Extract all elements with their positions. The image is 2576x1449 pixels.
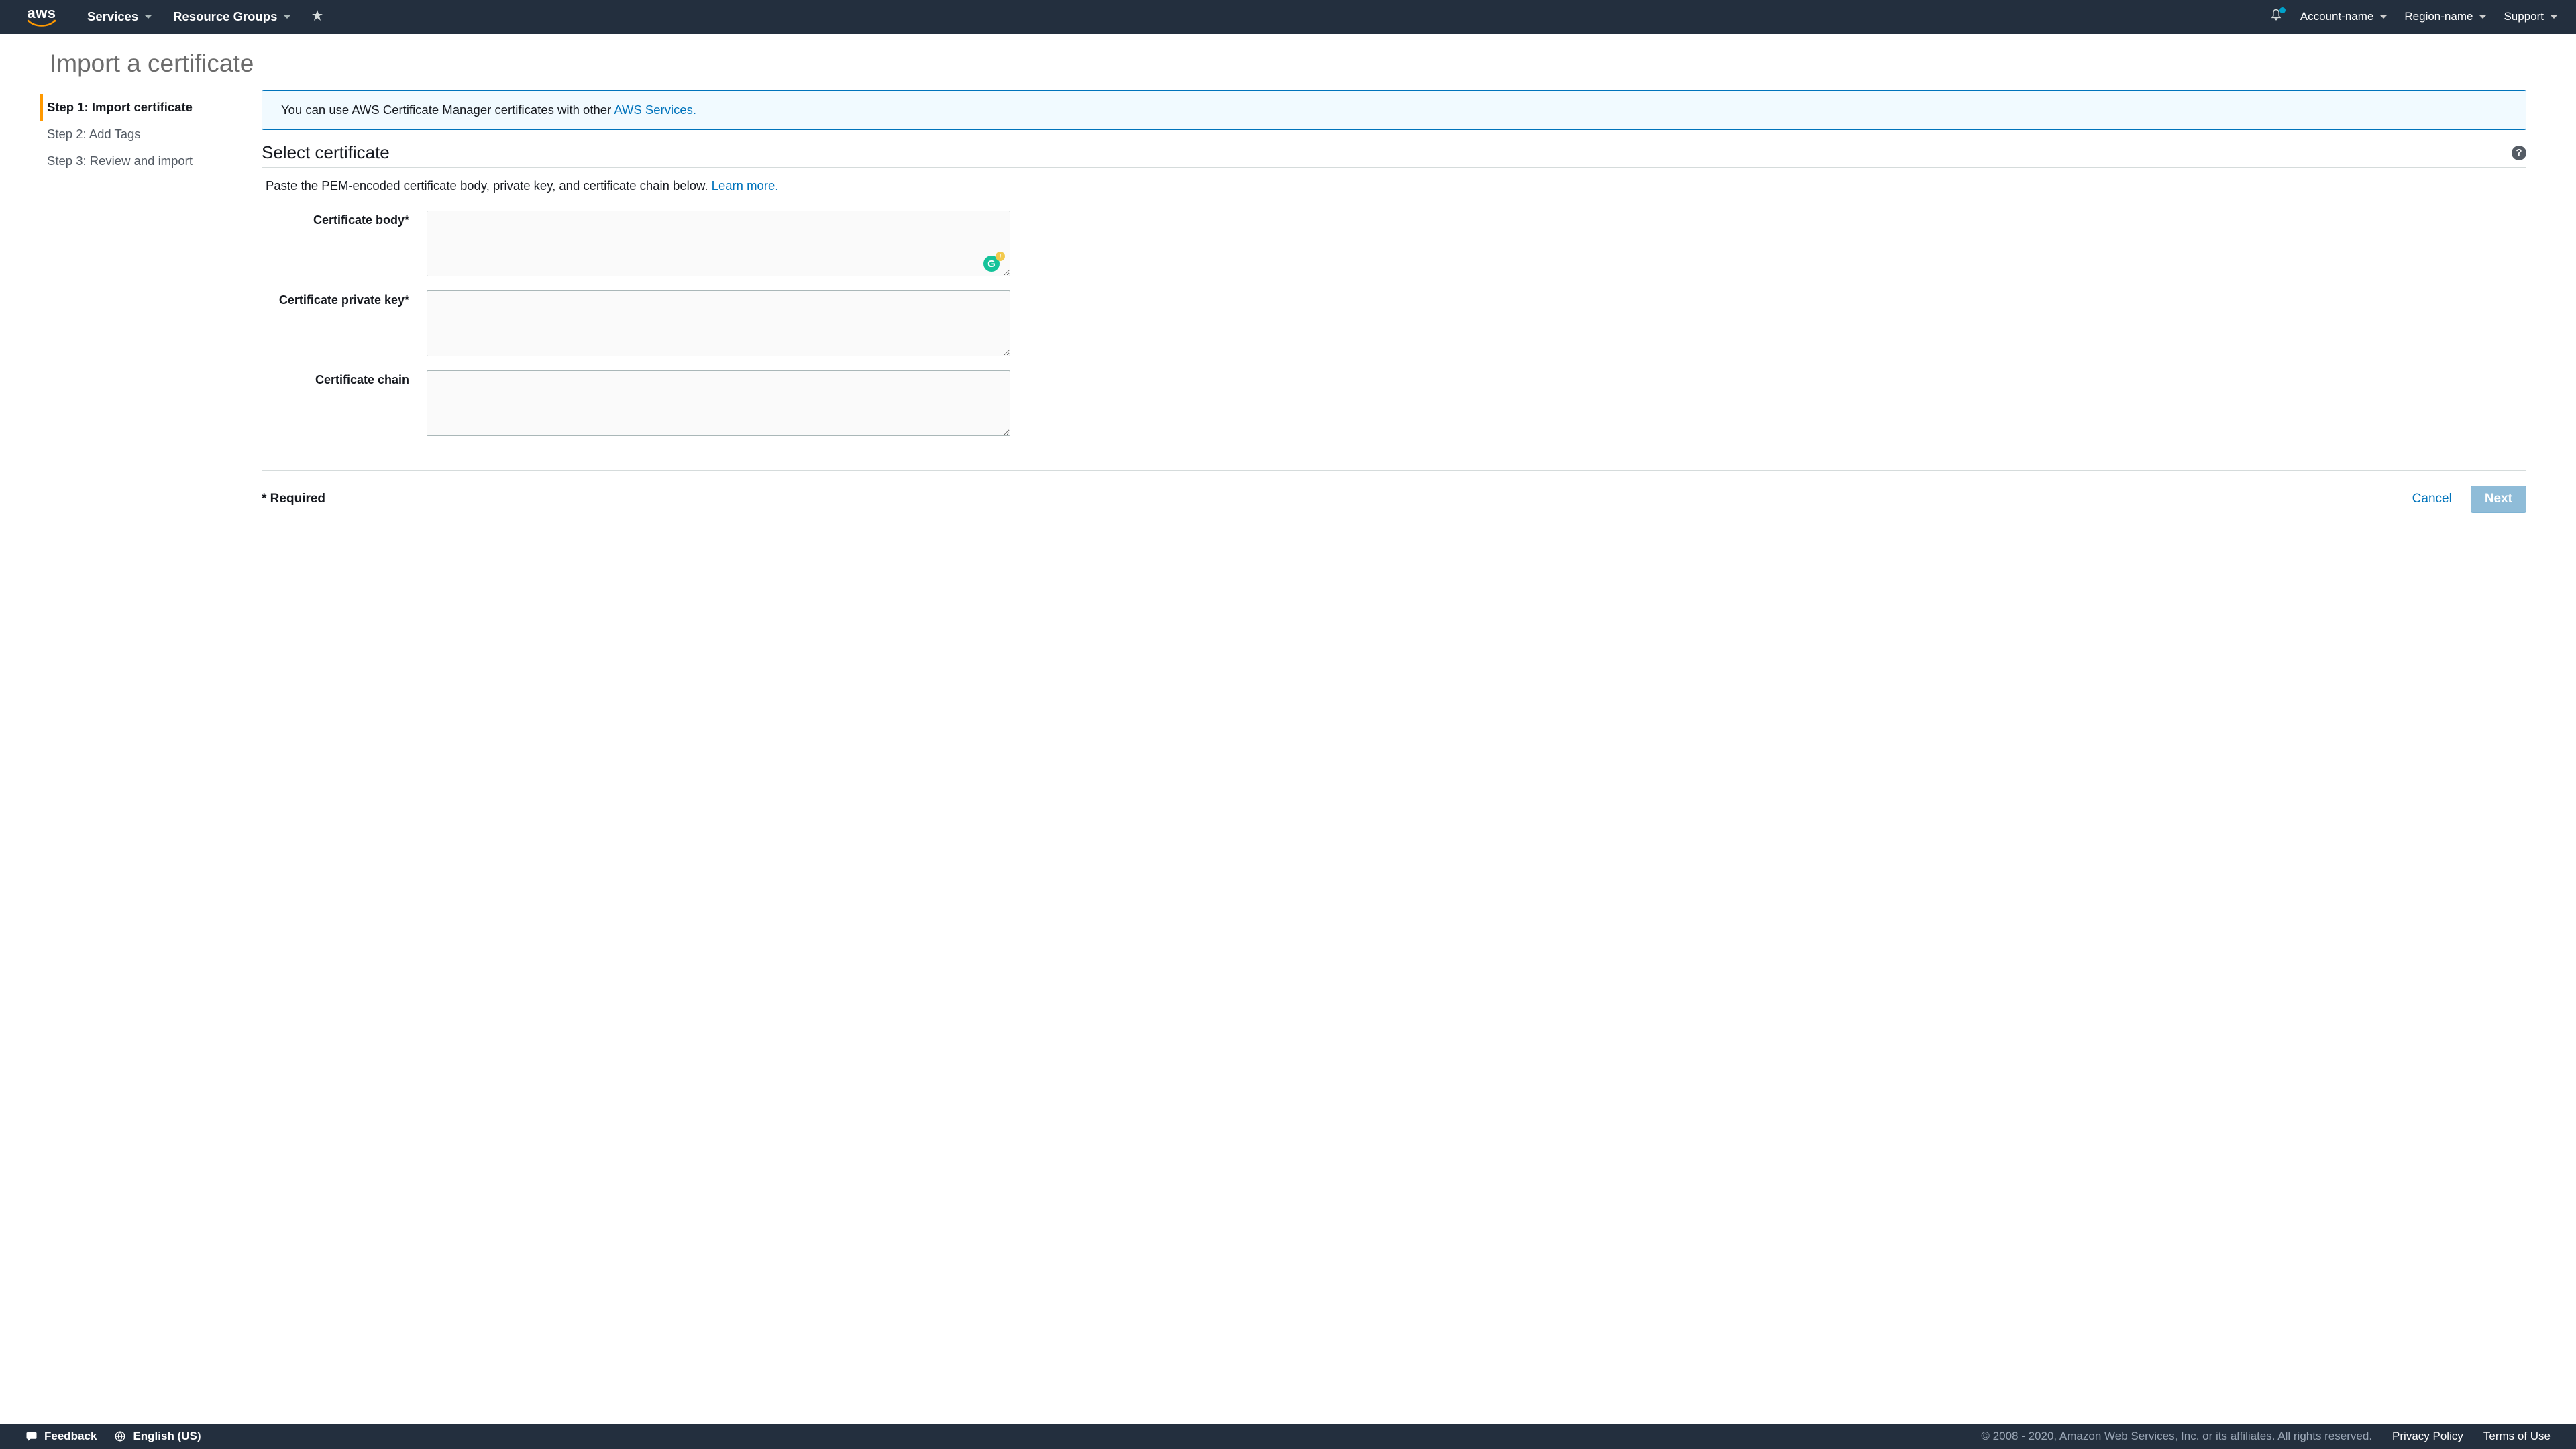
nav-resource-groups[interactable]: Resource Groups — [173, 9, 290, 24]
row-cert-body: Certificate body* G ! — [262, 211, 2526, 280]
pin-icon[interactable] — [312, 9, 323, 24]
chat-icon — [25, 1430, 38, 1442]
wizard-steps: Step 1: Import certificate Step 2: Add T… — [40, 90, 237, 1424]
nav-account[interactable]: Account-name — [2300, 10, 2387, 23]
input-private-key[interactable] — [427, 290, 1010, 356]
globe-icon — [114, 1430, 126, 1442]
section-description-text: Paste the PEM-encoded certificate body, … — [266, 178, 712, 193]
help-icon[interactable]: ? — [2512, 146, 2526, 160]
aws-logo[interactable]: aws — [27, 6, 56, 28]
learn-more-link[interactable]: Learn more. — [712, 178, 779, 193]
caret-down-icon — [2551, 15, 2557, 19]
grammarly-icon[interactable]: G ! — [983, 256, 1001, 273]
info-alert: You can use AWS Certificate Manager cert… — [262, 90, 2526, 130]
wizard-step-3[interactable]: Step 3: Review and import — [40, 148, 237, 174]
info-alert-text: You can use AWS Certificate Manager cert… — [281, 103, 614, 117]
main-panel: You can use AWS Certificate Manager cert… — [237, 90, 2576, 1424]
wizard-step-2[interactable]: Step 2: Add Tags — [40, 121, 237, 148]
label-private-key: Certificate private key* — [262, 290, 427, 360]
caret-down-icon — [145, 15, 152, 19]
nav-right-group: Account-name Region-name Support — [2269, 9, 2557, 25]
top-nav: aws Services Resource Groups Account-nam… — [0, 0, 2576, 34]
nav-support-label: Support — [2504, 10, 2544, 23]
aws-smile-icon — [27, 19, 56, 28]
nav-account-label: Account-name — [2300, 10, 2374, 23]
privacy-link[interactable]: Privacy Policy — [2392, 1430, 2463, 1443]
form-footer: * Required Cancel Next — [262, 486, 2526, 513]
warning-badge-icon: ! — [996, 252, 1005, 261]
content: Step 1: Import certificate Step 2: Add T… — [0, 90, 2576, 1424]
feedback-label: Feedback — [44, 1430, 97, 1443]
cancel-button[interactable]: Cancel — [2412, 492, 2452, 506]
nav-services-label: Services — [87, 9, 138, 24]
copyright-text: © 2008 - 2020, Amazon Web Services, Inc.… — [1981, 1430, 2372, 1443]
nav-region[interactable]: Region-name — [2404, 10, 2486, 23]
section-header: Select certificate ? — [262, 142, 2526, 168]
nav-region-label: Region-name — [2404, 10, 2473, 23]
caret-down-icon — [284, 15, 290, 19]
row-cert-chain: Certificate chain — [262, 370, 2526, 439]
input-cert-body[interactable] — [427, 211, 1010, 276]
bottom-bar: Feedback English (US) © 2008 - 2020, Ama… — [0, 1424, 2576, 1449]
input-cert-chain[interactable] — [427, 370, 1010, 436]
nav-resource-groups-label: Resource Groups — [173, 9, 277, 24]
caret-down-icon — [2479, 15, 2486, 19]
page-title: Import a certificate — [0, 34, 2576, 90]
language-button[interactable]: English (US) — [114, 1430, 201, 1443]
terms-link[interactable]: Terms of Use — [2483, 1430, 2551, 1443]
nav-services[interactable]: Services — [87, 9, 152, 24]
feedback-button[interactable]: Feedback — [25, 1430, 97, 1443]
next-button[interactable]: Next — [2471, 486, 2526, 513]
language-label: English (US) — [133, 1430, 201, 1443]
row-private-key: Certificate private key* — [262, 290, 2526, 360]
label-cert-body: Certificate body* — [262, 211, 427, 280]
notifications-button[interactable] — [2269, 9, 2283, 25]
section-description: Paste the PEM-encoded certificate body, … — [262, 178, 2526, 193]
label-cert-chain: Certificate chain — [262, 370, 427, 439]
info-alert-link[interactable]: AWS Services. — [614, 103, 696, 117]
wizard-step-1[interactable]: Step 1: Import certificate — [40, 94, 237, 121]
notification-dot-icon — [2279, 7, 2286, 13]
divider — [262, 470, 2526, 471]
caret-down-icon — [2380, 15, 2387, 19]
nav-left-group: Services Resource Groups — [87, 9, 323, 24]
required-note: * Required — [262, 492, 325, 506]
section-title: Select certificate — [262, 142, 2512, 163]
nav-support[interactable]: Support — [2504, 10, 2557, 23]
aws-logo-text: aws — [27, 6, 56, 21]
